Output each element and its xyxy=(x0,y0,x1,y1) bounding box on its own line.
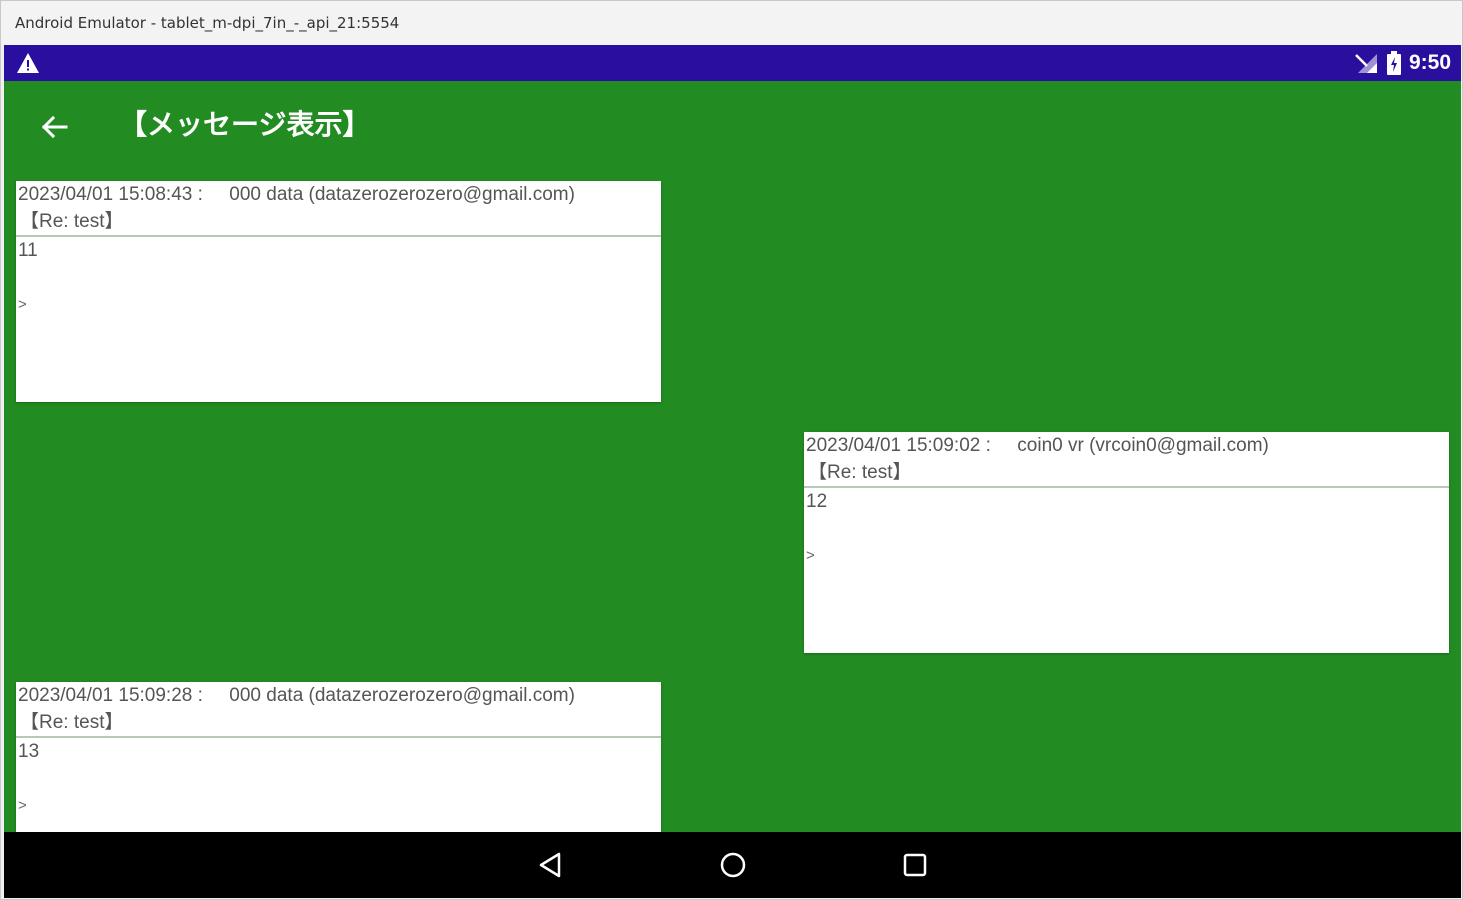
app-content: 【メッセージ表示】 2023/04/01 15:08:43 : 000 data… xyxy=(4,81,1461,832)
message-subject: 【Re: test】 xyxy=(20,712,124,733)
recents-square-icon xyxy=(903,853,927,877)
signal-icon xyxy=(1355,54,1377,73)
message-subject: 【Re: test】 xyxy=(20,211,124,232)
message-header: 2023/04/01 15:09:02 : coin0 vr (vrcoin0@… xyxy=(804,432,1449,488)
page-title: 【メッセージ表示】 xyxy=(119,108,371,141)
message-sender: coin0 vr (vrcoin0@gmail.com) xyxy=(1017,435,1269,456)
status-bar: 9:50 xyxy=(4,45,1461,81)
message-card[interactable]: 2023/04/01 15:09:02 : coin0 vr (vrcoin0@… xyxy=(804,432,1449,653)
message-timestamp: 2023/04/01 15:09:02 : xyxy=(806,435,991,456)
message-body: 13 > xyxy=(16,738,661,832)
nav-back-button[interactable] xyxy=(530,845,570,885)
back-triangle-icon xyxy=(539,852,561,878)
message-meta: 2023/04/01 15:09:02 : coin0 vr (vrcoin0@… xyxy=(806,432,1449,459)
navigation-bar xyxy=(4,832,1461,898)
nav-home-button[interactable] xyxy=(713,845,753,885)
message-timestamp: 2023/04/01 15:09:28 : xyxy=(18,685,203,706)
window-title: Android Emulator - tablet_m-dpi_7in_-_ap… xyxy=(15,14,400,32)
message-card[interactable]: 2023/04/01 15:09:28 : 000 data (datazero… xyxy=(16,682,661,832)
message-header: 2023/04/01 15:08:43 : 000 data (datazero… xyxy=(16,181,661,237)
message-sender: 000 data (datazerozerozero@gmail.com) xyxy=(229,184,575,205)
message-quote: > xyxy=(18,296,27,313)
emulator-window: Android Emulator - tablet_m-dpi_7in_-_ap… xyxy=(0,0,1463,900)
message-text: 12 xyxy=(806,491,828,512)
message-body: 11 > xyxy=(16,237,661,402)
back-button[interactable] xyxy=(34,109,74,145)
message-quote: > xyxy=(18,797,27,814)
window-titlebar: Android Emulator - tablet_m-dpi_7in_-_ap… xyxy=(1,1,1462,45)
app-toolbar: 【メッセージ表示】 xyxy=(4,81,1461,171)
message-subject: 【Re: test】 xyxy=(808,462,912,483)
message-text: 11 xyxy=(18,240,38,261)
status-right-group: 9:50 xyxy=(1353,45,1451,81)
message-sender: 000 data (datazerozerozero@gmail.com) xyxy=(229,685,575,706)
device-screen: 9:50 【メッセージ表示】 2023/04/01 15:08:43 : 000… xyxy=(4,45,1461,898)
message-body: 12 > xyxy=(804,488,1449,653)
message-quote: > xyxy=(806,547,815,564)
message-meta: 2023/04/01 15:08:43 : 000 data (datazero… xyxy=(18,181,661,208)
nav-recents-button[interactable] xyxy=(895,845,935,885)
arrow-left-icon xyxy=(41,115,68,139)
message-card[interactable]: 2023/04/01 15:08:43 : 000 data (datazero… xyxy=(16,181,661,402)
message-header: 2023/04/01 15:09:28 : 000 data (datazero… xyxy=(16,682,661,738)
message-text: 13 xyxy=(18,741,40,762)
home-circle-icon xyxy=(720,852,746,878)
warning-icon xyxy=(17,53,39,73)
status-time: 9:50 xyxy=(1408,51,1451,74)
message-timestamp: 2023/04/01 15:08:43 : xyxy=(18,184,203,205)
battery-icon xyxy=(1386,51,1401,75)
message-meta: 2023/04/01 15:09:28 : 000 data (datazero… xyxy=(18,682,661,709)
